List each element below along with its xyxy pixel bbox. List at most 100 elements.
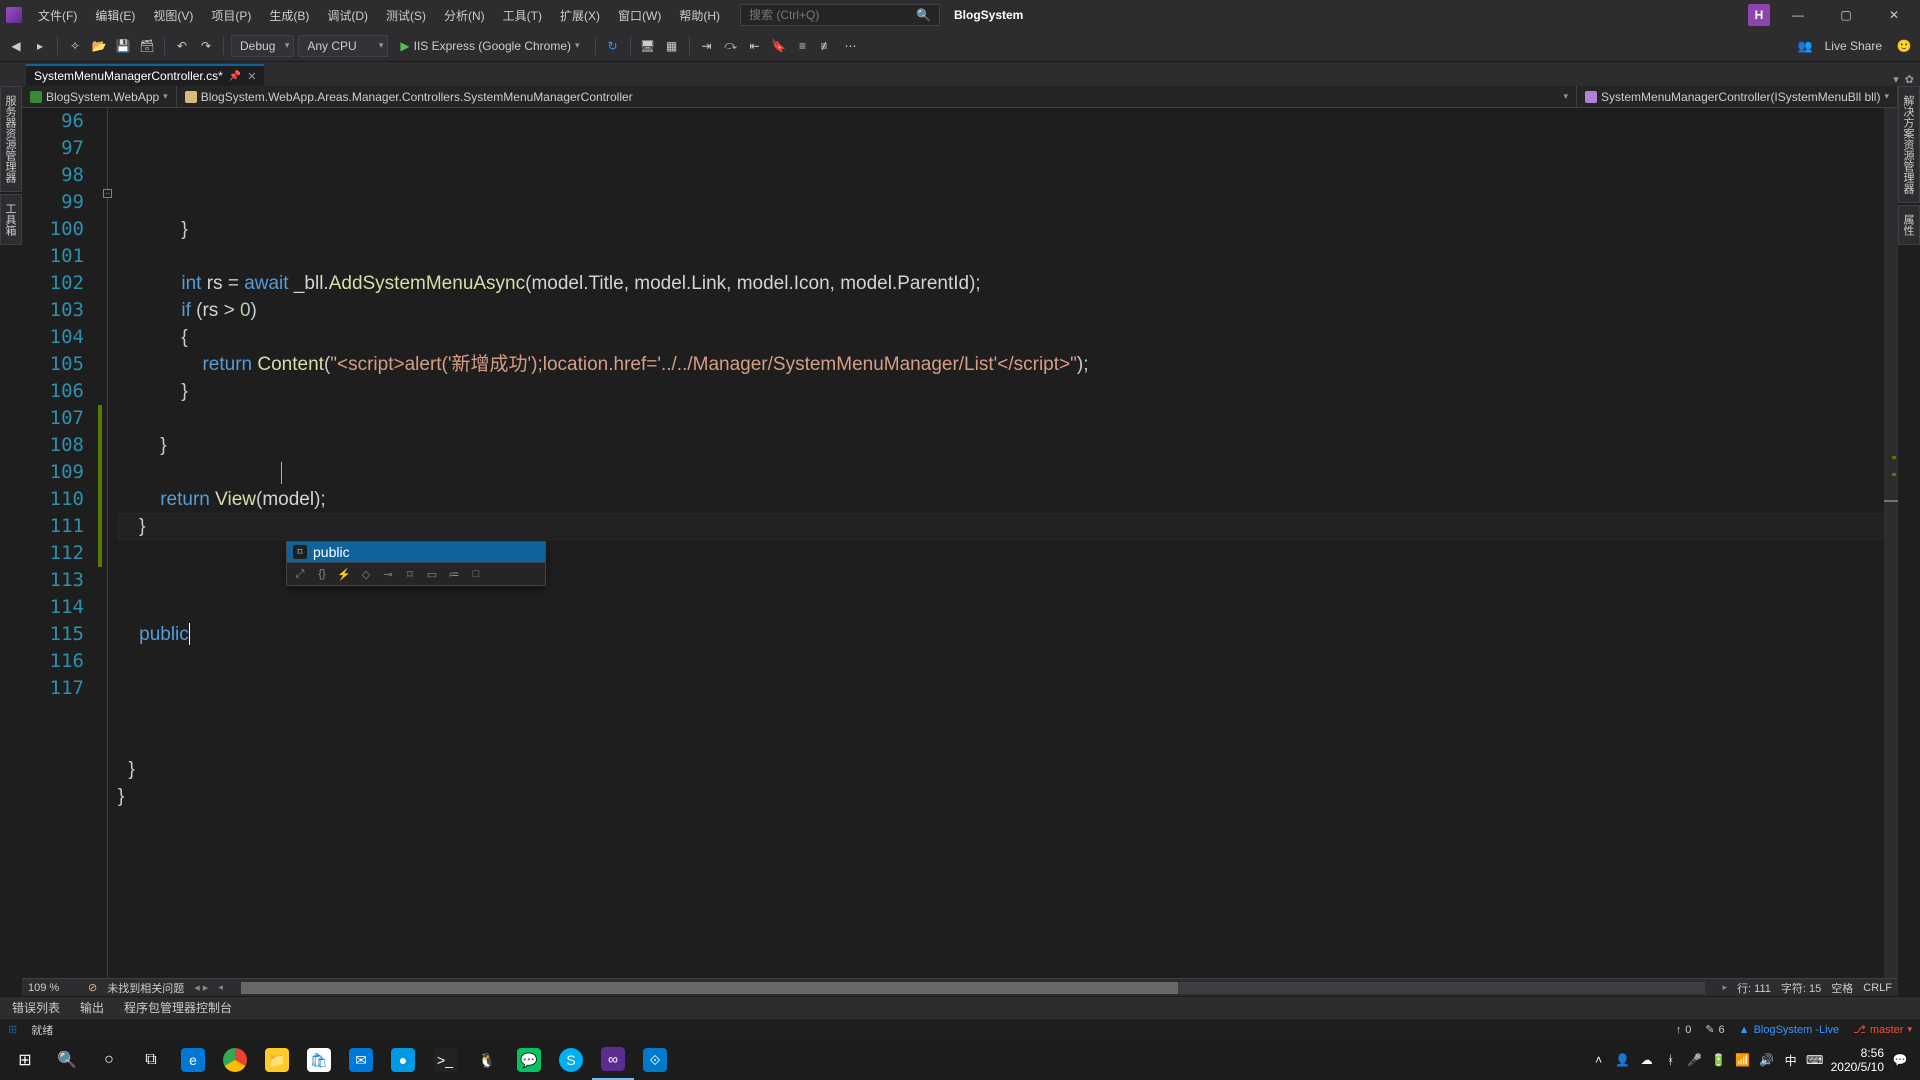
taskbar-mail[interactable]: ✉ — [340, 1040, 382, 1080]
status-feedback-icon[interactable]: ⊞ — [8, 1023, 17, 1036]
taskbar-qq[interactable]: 🐧 — [466, 1040, 508, 1080]
filter-event-icon[interactable]: ⚡ — [335, 566, 353, 582]
tray-chevron-icon[interactable]: ˄ — [1591, 1052, 1607, 1068]
filter-braces-icon[interactable]: {} — [313, 566, 331, 582]
open-icon[interactable]: 📂 — [89, 36, 109, 56]
vertical-scrollbar[interactable] — [1884, 108, 1898, 978]
menu-edit[interactable]: 编辑(E) — [87, 3, 143, 28]
browser-link-icon[interactable]: 🖥 — [638, 36, 658, 56]
uncomment-icon[interactable]: ≢ — [817, 36, 837, 56]
step-out-icon[interactable]: ⇤ — [745, 36, 765, 56]
more-icon[interactable]: ⋯ — [841, 36, 861, 56]
taskbar-store[interactable]: 🛍 — [298, 1040, 340, 1080]
nav-fwd-icon[interactable]: ▸ — [30, 36, 50, 56]
tab-pkg-console[interactable]: 程序包管理器控制台 — [120, 997, 236, 1018]
nav-class[interactable]: BlogSystem.WebApp.Areas.Manager.Controll… — [177, 86, 1577, 107]
minimize-button[interactable]: — — [1778, 0, 1818, 30]
filter-misc-icon[interactable]: □ — [467, 566, 485, 582]
taskbar-search-icon[interactable]: 🔍 — [46, 1040, 88, 1080]
new-project-icon[interactable]: ✧ — [65, 36, 85, 56]
tab-overflow-icon[interactable]: ▾ — [1893, 73, 1899, 86]
sidebar-tab-toolbox[interactable]: 工具箱 — [0, 194, 22, 245]
refresh-icon[interactable]: ↻ — [603, 36, 623, 56]
filter-field-icon[interactable]: ◇ — [357, 566, 375, 582]
hscroll-right-icon[interactable]: ▸ — [1723, 982, 1728, 993]
taskbar-app1[interactable]: ● — [382, 1040, 424, 1080]
nav-project[interactable]: BlogSystem.WebApp ▾ — [22, 86, 177, 107]
filter-method-icon[interactable]: ▭ — [423, 566, 441, 582]
taskbar-terminal[interactable]: >_ — [424, 1040, 466, 1080]
quick-launch[interactable]: 🔍 — [740, 4, 940, 26]
tab-output[interactable]: 输出 — [76, 997, 108, 1018]
file-tab-active[interactable]: SystemMenuManagerController.cs* 📌 ✕ — [26, 64, 264, 86]
tray-ime-mode-icon[interactable]: ⌨ — [1807, 1052, 1823, 1068]
status-publish[interactable]: ↑0 — [1676, 1024, 1692, 1036]
menu-test[interactable]: 测试(S) — [378, 3, 434, 28]
fold-box-icon[interactable]: − — [103, 189, 112, 198]
menu-window[interactable]: 窗口(W) — [610, 3, 669, 28]
indent-mode[interactable]: 空格 — [1831, 980, 1853, 996]
save-all-icon[interactable]: 🗃 — [137, 36, 157, 56]
task-view-icon[interactable]: ⧉ — [130, 1040, 172, 1080]
tray-ime[interactable]: 中 — [1783, 1052, 1799, 1068]
intellisense-popup[interactable]: ⌑ public ⤢ {} ⚡ ◇ ⊸ ⌑ ▭ ≔ □ — [286, 541, 546, 586]
undo-icon[interactable]: ↶ — [172, 36, 192, 56]
hscroll-left-icon[interactable]: ◂ — [218, 982, 223, 993]
tray-notifications-icon[interactable]: 💬 — [1892, 1052, 1908, 1068]
taskbar-wechat[interactable]: 💬 — [508, 1040, 550, 1080]
step-over-icon[interactable]: ⤼ — [721, 36, 741, 56]
tray-battery-icon[interactable]: 🔋 — [1711, 1052, 1727, 1068]
taskbar-chrome[interactable] — [214, 1040, 256, 1080]
filter-expand-icon[interactable]: ⤢ — [291, 566, 309, 582]
filter-interface-icon[interactable]: ⊸ — [379, 566, 397, 582]
maximize-button[interactable]: ▢ — [1826, 0, 1866, 30]
live-share-button[interactable]: Live Share — [1825, 39, 1882, 53]
sidebar-tab-server-explorer[interactable]: 服务器资源管理器 — [0, 86, 22, 192]
tray-people-icon[interactable]: 👤 — [1615, 1052, 1631, 1068]
user-avatar[interactable]: H — [1748, 4, 1770, 26]
tray-onedrive-icon[interactable]: ☁ — [1639, 1052, 1655, 1068]
filter-keyword-icon[interactable]: ⌑ — [401, 566, 419, 582]
status-changes[interactable]: ✎6 — [1705, 1023, 1724, 1036]
tray-clock[interactable]: 8:56 2020/5/10 — [1831, 1046, 1884, 1074]
bookmark-icon[interactable]: 🔖 — [769, 36, 789, 56]
filter-snippet-icon[interactable]: ≔ — [445, 566, 463, 582]
menu-tools[interactable]: 工具(T) — [495, 3, 550, 28]
status-repo[interactable]: ▲BlogSystem -Live — [1739, 1024, 1839, 1036]
tray-volume-icon[interactable]: 🔊 — [1759, 1052, 1775, 1068]
taskbar-vscode[interactable]: ⟐ — [634, 1040, 676, 1080]
save-icon[interactable]: 💾 — [113, 36, 133, 56]
redo-icon[interactable]: ↷ — [196, 36, 216, 56]
close-button[interactable]: ✕ — [1874, 0, 1914, 30]
eol-mode[interactable]: CRLF — [1863, 982, 1892, 994]
nav-back-icon[interactable]: ◀ — [6, 36, 26, 56]
tab-close-icon[interactable]: ✕ — [247, 70, 256, 83]
menu-extensions[interactable]: 扩展(X) — [552, 3, 608, 28]
step-into-icon[interactable]: ⇥ — [697, 36, 717, 56]
taskbar-edge[interactable]: e — [172, 1040, 214, 1080]
horizontal-scrollbar[interactable] — [241, 982, 1705, 994]
editor[interactable]: 9697989910010110210310410510610710810911… — [22, 108, 1898, 978]
platform-combo[interactable]: Any CPU — [298, 35, 388, 57]
tray-mic-icon[interactable]: 🎤 — [1687, 1052, 1703, 1068]
config-combo[interactable]: Debug — [231, 35, 294, 57]
start-button[interactable]: ⊞ — [4, 1040, 46, 1080]
status-branch[interactable]: ⎇master▾ — [1853, 1023, 1912, 1036]
menu-file[interactable]: 文件(F) — [30, 3, 85, 28]
menu-project[interactable]: 项目(P) — [203, 3, 259, 28]
tray-bluetooth-icon[interactable]: ᚼ — [1663, 1052, 1679, 1068]
nav-member[interactable]: SystemMenuManagerController(ISystemMenuB… — [1577, 86, 1898, 107]
tray-wifi-icon[interactable]: 📶 — [1735, 1052, 1751, 1068]
issues-text[interactable]: 未找到相关问题 — [107, 980, 184, 996]
cortana-icon[interactable]: ○ — [88, 1040, 130, 1080]
tool-icon-2[interactable]: ▦ — [662, 36, 682, 56]
start-debug-button[interactable]: ▶ IIS Express (Google Chrome) ▾ — [392, 35, 587, 57]
taskbar-skype[interactable]: S — [550, 1040, 592, 1080]
menu-build[interactable]: 生成(B) — [261, 3, 317, 28]
taskbar-visual-studio[interactable]: ∞ — [592, 1040, 634, 1080]
intellisense-item-selected[interactable]: ⌑ public — [287, 542, 545, 562]
sidebar-tab-properties[interactable]: 属性 — [1898, 205, 1920, 245]
menu-help[interactable]: 帮助(H) — [671, 3, 728, 28]
tab-error-list[interactable]: 错误列表 — [8, 997, 64, 1018]
menu-view[interactable]: 视图(V) — [145, 3, 201, 28]
